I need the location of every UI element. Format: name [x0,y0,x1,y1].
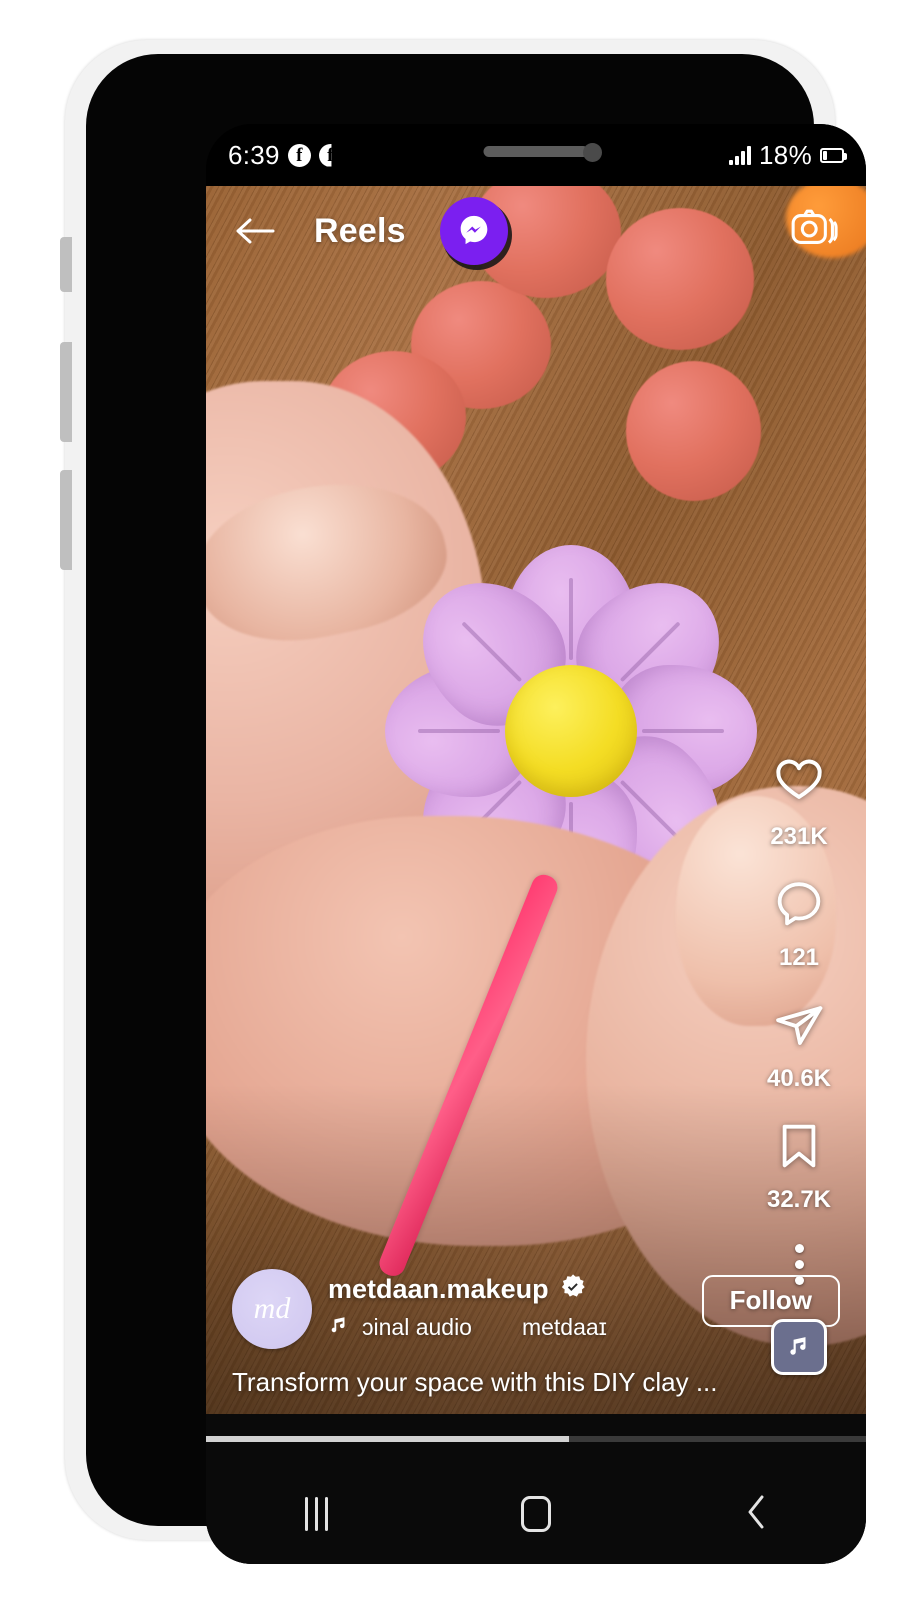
messenger-icon [454,209,494,254]
recents-button[interactable] [276,1484,356,1544]
video-progress-bar[interactable] [206,1436,866,1442]
video-progress-fill [206,1436,569,1442]
save-button[interactable]: 32.7K [767,1119,831,1214]
battery-icon [820,147,847,163]
action-rail: 231K 121 40.6K 32.7K [750,754,848,1375]
back-button[interactable] [232,208,278,254]
back-chevron-icon [743,1492,769,1537]
audio-title: ɔinal audio [362,1313,472,1340]
comment-icon [772,877,826,936]
messenger-button[interactable] [439,197,508,265]
like-count: 231K [770,823,828,850]
audio-thumbnail-button[interactable] [771,1319,827,1375]
reels-header: Reels [206,186,866,276]
share-count: 40.6K [766,1065,832,1092]
share-button[interactable]: 40.6K [767,998,831,1093]
save-icon [772,1119,826,1178]
phone-body: md metdaan.makeup ɔinal audio metdaaɪ Fo… [86,54,866,1564]
username-line: metdaan.makeup [328,1273,686,1306]
clay-ball [626,361,761,501]
silence-switch-button[interactable] [60,237,72,292]
music-note-icon [786,1331,812,1364]
notch [390,124,682,186]
audio-attribution[interactable]: ɔinal audio metdaaɪ [328,1312,628,1342]
comment-count: 121 [778,944,820,971]
recents-icon [304,1497,328,1531]
avatar[interactable]: md [232,1269,312,1349]
screenshot-root: md metdaan.makeup ɔinal audio metdaaɪ Fo… [0,0,900,1600]
user-row: md metdaan.makeup ɔinal audio metdaaɪ Fo… [232,1269,840,1349]
three-dots-icon [794,1244,804,1253]
audio-author: metdaaɪ [521,1313,607,1340]
user-meta: metdaan.makeup ɔinal audio metdaaɪ [328,1269,686,1342]
phone-screen: md metdaan.makeup ɔinal audio metdaaɪ Fo… [206,124,866,1564]
verified-badge-icon [559,1273,587,1306]
front-camera [583,143,602,162]
status-left: 6:39 f f [228,140,342,171]
post-caption[interactable]: Transform your space with this DIY clay … [232,1367,840,1398]
signal-bars-icon [729,145,752,165]
home-square-icon [521,1496,551,1532]
facebook-icon: f [287,143,311,167]
android-home-button[interactable] [496,1484,576,1544]
reel-video[interactable]: md metdaan.makeup ɔinal audio metdaaɪ Fo… [206,186,866,1414]
page-title: Reels [314,211,406,250]
android-system-nav [206,1464,866,1564]
facebook-icon-clipped: f [318,143,332,167]
status-time: 6:39 [228,139,280,170]
android-back-button[interactable] [716,1484,796,1544]
status-right: 18% [729,139,847,171]
like-button[interactable]: 231K [770,754,828,851]
earpiece-speaker [483,146,589,157]
three-dots-icon [794,1276,804,1285]
share-icon [772,998,826,1057]
heart-icon [771,754,827,815]
volume-up-button[interactable] [60,342,72,442]
music-note-icon [328,1312,350,1342]
more-options-button[interactable] [794,1244,804,1285]
battery-percent: 18% [759,139,812,170]
flower-center [505,665,637,797]
comment-button[interactable]: 121 [772,877,826,972]
camera-button[interactable] [790,206,840,256]
three-dots-icon [794,1260,804,1269]
save-count: 32.7K [766,1186,832,1213]
volume-down-button[interactable] [60,470,72,570]
username[interactable]: metdaan.makeup [328,1274,549,1305]
